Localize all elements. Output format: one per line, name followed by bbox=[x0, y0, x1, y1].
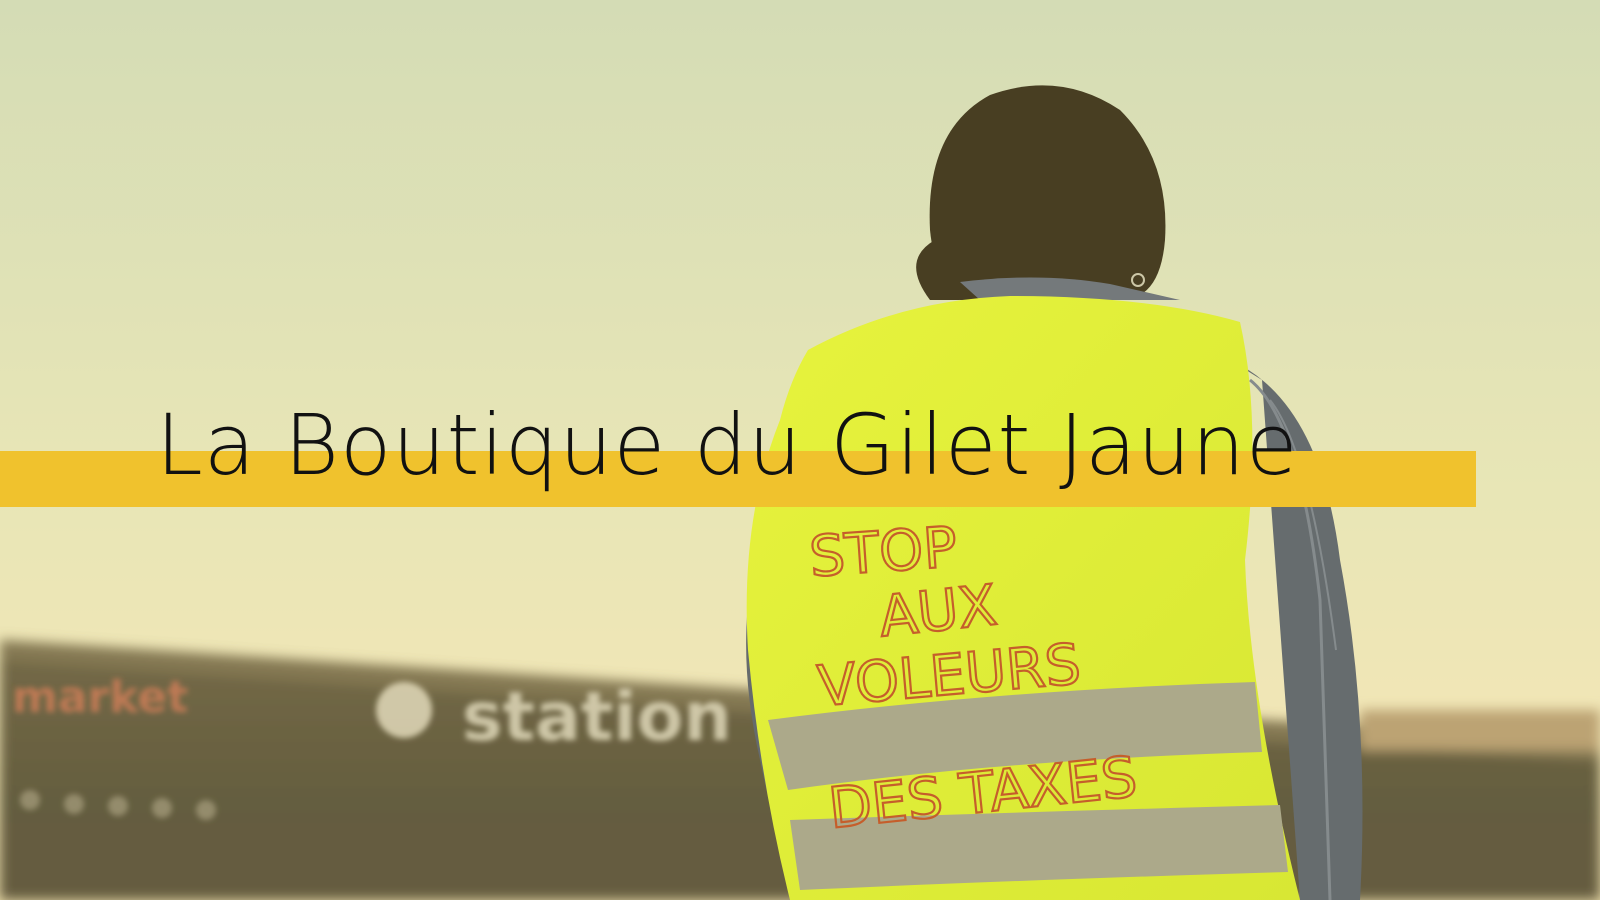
page-title: La Boutique du Gilet Jaune bbox=[156, 396, 1299, 494]
